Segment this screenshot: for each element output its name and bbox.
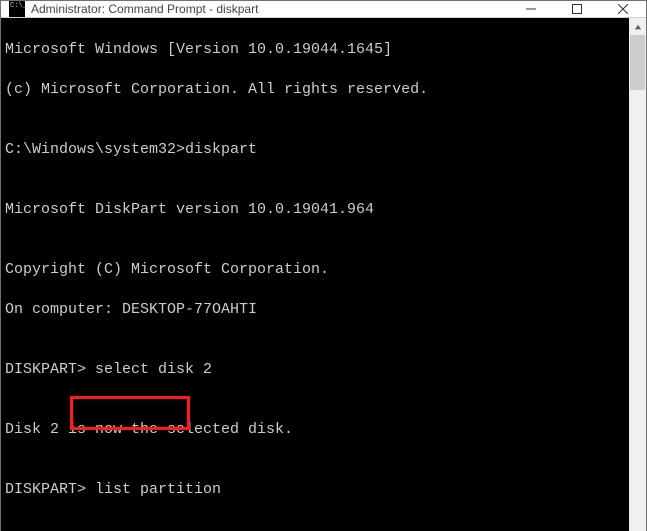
- cmd-icon: [9, 1, 25, 17]
- prompt-text: C:\Windows\system32>: [5, 141, 185, 158]
- scroll-up-button[interactable]: [629, 18, 646, 35]
- scroll-track[interactable]: [629, 35, 646, 531]
- minimize-button[interactable]: [508, 1, 554, 17]
- typed-command: diskpart: [185, 141, 257, 158]
- window-title: Administrator: Command Prompt - diskpart: [31, 2, 508, 16]
- output-line: Microsoft DiskPart version 10.0.19041.96…: [5, 200, 629, 220]
- prompt-line: DISKPART> list partition: [5, 480, 629, 500]
- prompt-text: DISKPART>: [5, 361, 95, 378]
- chevron-up-icon: [634, 23, 642, 31]
- output-line: Disk 2 is now the selected disk.: [5, 420, 629, 440]
- vertical-scrollbar[interactable]: [629, 18, 646, 531]
- client-area: Microsoft Windows [Version 10.0.19044.16…: [1, 18, 646, 531]
- prompt-line: C:\Windows\system32>diskpart: [5, 140, 629, 160]
- console-output[interactable]: Microsoft Windows [Version 10.0.19044.16…: [1, 18, 629, 531]
- prompt-text: DISKPART>: [5, 481, 95, 498]
- minimize-icon: [526, 4, 536, 14]
- output-line: On computer: DESKTOP-77OAHTI: [5, 300, 629, 320]
- output-line: Microsoft Windows [Version 10.0.19044.16…: [5, 40, 629, 60]
- maximize-icon: [572, 4, 582, 14]
- window-controls: [508, 1, 646, 17]
- typed-command: list partition: [95, 481, 221, 498]
- close-button[interactable]: [600, 1, 646, 17]
- output-line: (c) Microsoft Corporation. All rights re…: [5, 80, 629, 100]
- scroll-thumb[interactable]: [630, 35, 645, 90]
- close-icon: [618, 4, 628, 14]
- output-line: Copyright (C) Microsoft Corporation.: [5, 260, 629, 280]
- command-prompt-window: Administrator: Command Prompt - diskpart…: [0, 0, 647, 531]
- maximize-button[interactable]: [554, 1, 600, 17]
- prompt-line: DISKPART> select disk 2: [5, 360, 629, 380]
- titlebar[interactable]: Administrator: Command Prompt - diskpart: [1, 1, 646, 18]
- typed-command: select disk 2: [95, 361, 212, 378]
- console-wrap: Microsoft Windows [Version 10.0.19044.16…: [1, 18, 629, 531]
